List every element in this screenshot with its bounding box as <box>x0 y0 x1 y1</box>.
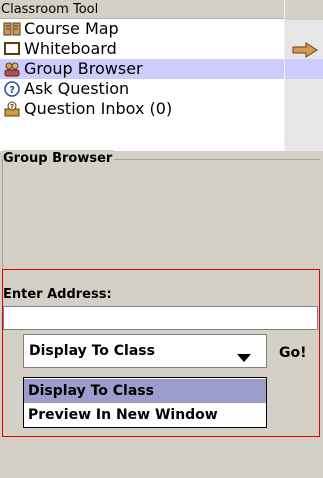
display-select-value: Display To Class <box>29 343 155 359</box>
tool-side-column <box>284 0 323 151</box>
chevron-down-icon[interactable] <box>237 347 251 362</box>
tool-item-whiteboard[interactable]: Whiteboard <box>0 39 322 59</box>
inbox-icon: ? <box>3 101 21 117</box>
display-select[interactable]: Display To Class <box>23 334 267 368</box>
svg-text:?: ? <box>9 85 15 96</box>
question-icon: ? <box>3 81 21 97</box>
tool-item-question-inbox[interactable]: ? Question Inbox (0) <box>0 99 322 119</box>
book-icon <box>3 21 21 37</box>
address-label: Enter Address: <box>3 287 112 302</box>
address-input[interactable] <box>3 306 318 330</box>
display-select-options: Display To Class Preview In New Window <box>23 377 267 428</box>
side-header-cell <box>285 0 323 20</box>
side-selected-cell <box>285 59 323 79</box>
whiteboard-icon <box>3 41 21 57</box>
tool-list: Classroom Tool Course Map Whiteboard Gro… <box>0 0 323 151</box>
tool-item-label: Course Map <box>24 19 119 38</box>
tool-item-label: Whiteboard <box>24 39 117 58</box>
classroom-tool-window: Classroom Tool Course Map Whiteboard Gro… <box>0 0 323 478</box>
tool-item-group-browser[interactable]: Group Browser <box>0 59 322 79</box>
svg-text:?: ? <box>10 103 14 111</box>
go-button[interactable]: Go! <box>279 344 307 362</box>
group-icon <box>3 61 21 77</box>
tool-item-label: Group Browser <box>24 59 143 78</box>
arrow-right-icon[interactable] <box>292 42 318 58</box>
tool-item-label: Ask Question <box>24 79 130 98</box>
option-preview-new-window[interactable]: Preview In New Window <box>24 403 266 427</box>
tool-list-title: Classroom Tool <box>1 1 99 17</box>
tool-item-label: Question Inbox (0) <box>24 99 173 118</box>
option-display-to-class[interactable]: Display To Class <box>24 379 266 403</box>
panel-title: Group Browser <box>3 150 115 168</box>
tool-item-course-map[interactable]: Course Map <box>0 19 322 39</box>
tool-item-ask-question[interactable]: ? Ask Question <box>0 79 322 99</box>
tool-list-header: Classroom Tool <box>0 0 322 19</box>
